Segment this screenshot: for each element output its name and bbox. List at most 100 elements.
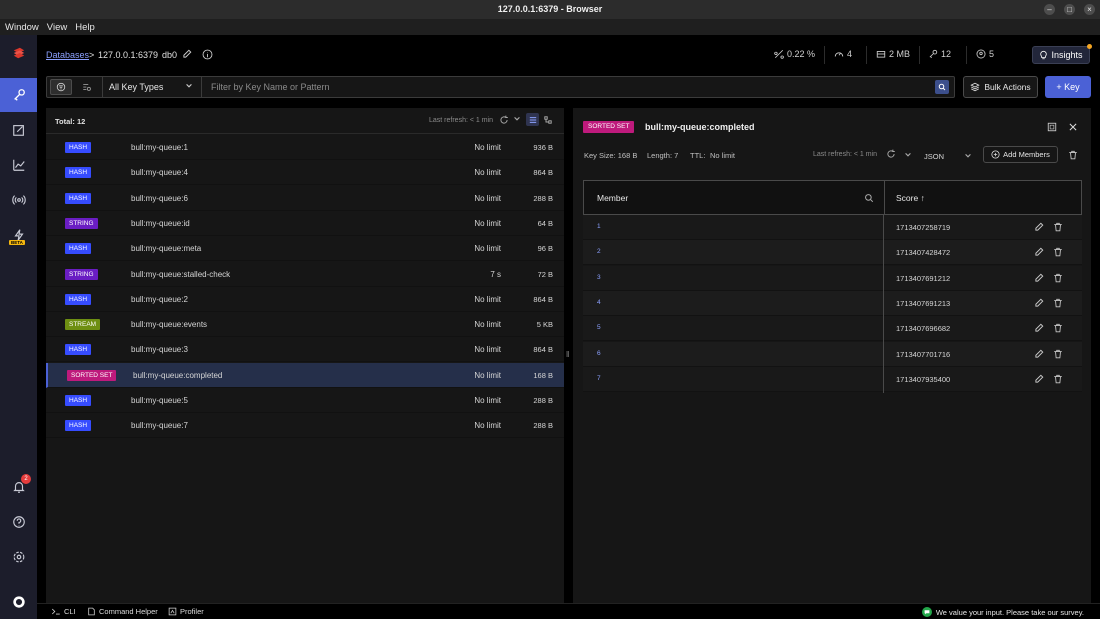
key-name[interactable]: bull:my-queue:completed bbox=[645, 122, 755, 132]
cli-tab[interactable]: CLI bbox=[51, 607, 76, 616]
fullscreen-icon[interactable] bbox=[1047, 122, 1057, 134]
browser-nav-icon[interactable] bbox=[0, 78, 37, 112]
insights-button[interactable]: Insights bbox=[1032, 46, 1090, 64]
add-members-button[interactable]: Add Members bbox=[983, 146, 1058, 163]
key-row[interactable]: HASH bull:my-queue:3 No limit 864 B bbox=[46, 337, 564, 363]
github-icon[interactable] bbox=[0, 585, 37, 619]
key-size: 288 B bbox=[533, 396, 553, 405]
window-title: 127.0.0.1:6379 - Browser bbox=[497, 4, 603, 14]
key-row[interactable]: STREAM bull:my-queue:events No limit 5 KB bbox=[46, 312, 564, 338]
key-row[interactable]: HASH bull:my-queue:1 No limit 936 B bbox=[46, 135, 564, 160]
ops-value: 4 bbox=[847, 49, 853, 59]
score-value[interactable]: 1713407691212 bbox=[896, 274, 950, 283]
list-view-button[interactable] bbox=[526, 113, 539, 126]
edit-icon[interactable] bbox=[1034, 273, 1044, 285]
key-type-badge: SORTED SET bbox=[67, 369, 117, 381]
delete-icon[interactable] bbox=[1053, 298, 1063, 310]
row-actions bbox=[1034, 247, 1063, 259]
delete-icon[interactable] bbox=[1053, 374, 1063, 386]
detail-refresh-icon[interactable] bbox=[886, 149, 896, 161]
key-row[interactable]: STRING bull:my-queue:id No limit 64 B bbox=[46, 211, 564, 236]
delete-icon[interactable] bbox=[1053, 222, 1063, 234]
member-search-icon[interactable] bbox=[864, 193, 874, 205]
auto-refresh-chevron-icon[interactable] bbox=[513, 115, 521, 125]
ttl-value[interactable]: No limit bbox=[710, 151, 735, 160]
key-row[interactable]: HASH bull:my-queue:meta No limit 96 B bbox=[46, 236, 564, 262]
edit-icon[interactable] bbox=[1034, 298, 1044, 310]
maximize-icon[interactable]: □ bbox=[1064, 4, 1075, 15]
key-size: 288 B bbox=[533, 193, 553, 203]
filter-bar: All Key Types bbox=[46, 76, 955, 98]
insights-label: Insights bbox=[1051, 50, 1083, 60]
bulk-actions-button[interactable]: Bulk Actions bbox=[963, 76, 1038, 98]
score-value[interactable]: 1713407935400 bbox=[896, 375, 950, 384]
notifications-icon[interactable]: 2 bbox=[0, 470, 37, 504]
column-divider bbox=[883, 215, 884, 393]
settings-icon[interactable] bbox=[0, 540, 37, 574]
redis-logo-icon[interactable] bbox=[0, 39, 37, 67]
panel-resize-handle[interactable]: ǁ bbox=[566, 350, 569, 359]
key-type-select[interactable]: All Key Types bbox=[102, 77, 202, 97]
filter-mode-button[interactable] bbox=[50, 79, 72, 95]
edit-icon[interactable] bbox=[1034, 349, 1044, 361]
minimize-icon[interactable]: – bbox=[1044, 4, 1055, 15]
menu-view[interactable]: View bbox=[47, 22, 67, 33]
command-helper-tab[interactable]: Command Helper bbox=[87, 607, 158, 616]
score-value[interactable]: 1713407428472 bbox=[896, 248, 950, 257]
search-button[interactable] bbox=[935, 80, 949, 94]
key-row[interactable]: STRING bull:my-queue:stalled-check 7 s 72 B bbox=[46, 262, 564, 287]
edit-db-icon[interactable] bbox=[182, 49, 192, 61]
delete-icon[interactable] bbox=[1053, 247, 1063, 259]
refresh-icon[interactable] bbox=[499, 115, 509, 127]
tree-view-button[interactable] bbox=[541, 113, 554, 126]
memory-icon bbox=[876, 51, 886, 58]
workbench-nav-icon[interactable] bbox=[0, 113, 37, 147]
survey-link[interactable]: We value your input. Please take our sur… bbox=[921, 607, 1084, 617]
edit-icon[interactable] bbox=[1034, 323, 1044, 335]
detail-auto-refresh-chevron-icon[interactable] bbox=[904, 151, 912, 161]
score-value[interactable]: 1713407701716 bbox=[896, 350, 950, 359]
key-type-badge: HASH bbox=[65, 420, 92, 432]
delete-key-icon[interactable] bbox=[1068, 150, 1078, 162]
profiler-tab[interactable]: Profiler bbox=[168, 607, 204, 616]
menu-window[interactable]: Window bbox=[5, 22, 39, 33]
notification-count: 2 bbox=[21, 474, 31, 484]
pubsub-nav-icon[interactable] bbox=[0, 183, 37, 217]
delete-icon[interactable] bbox=[1053, 349, 1063, 361]
score-value[interactable]: 1713407258719 bbox=[896, 223, 950, 232]
key-size: Key Size: 168 B bbox=[584, 151, 638, 160]
member-row: 2 1713407428472 bbox=[583, 240, 1082, 266]
vector-search-button[interactable] bbox=[76, 79, 98, 95]
help-icon[interactable] bbox=[0, 505, 37, 539]
score-value[interactable]: 1713407696682 bbox=[896, 324, 950, 333]
key-row[interactable]: SORTED SET bull:my-queue:completed No limi… bbox=[46, 362, 564, 388]
key-name: bull:my-queue:7 bbox=[131, 421, 188, 431]
close-detail-icon[interactable] bbox=[1068, 122, 1078, 134]
score-value[interactable]: 1713407691213 bbox=[896, 299, 950, 308]
add-key-button[interactable]: + Key bbox=[1045, 76, 1091, 98]
edit-icon[interactable] bbox=[1034, 247, 1044, 259]
analysis-nav-icon[interactable] bbox=[0, 148, 37, 182]
delete-icon[interactable] bbox=[1053, 273, 1063, 285]
triggers-nav-icon[interactable]: BETA bbox=[0, 218, 37, 252]
breadcrumb-databases[interactable]: Databases bbox=[46, 50, 89, 60]
row-actions bbox=[1034, 273, 1063, 285]
format-select[interactable]: JSON bbox=[924, 149, 974, 163]
member-column-header[interactable]: Member bbox=[597, 193, 628, 203]
key-list-header: Total: 12 Last refresh: < 1 min bbox=[46, 108, 564, 134]
info-icon[interactable] bbox=[202, 49, 213, 62]
delete-icon[interactable] bbox=[1053, 323, 1063, 335]
beta-badge: BETA bbox=[9, 240, 25, 245]
key-row[interactable]: HASH bull:my-queue:5 No limit 288 B bbox=[46, 388, 564, 413]
key-filter-input[interactable] bbox=[205, 77, 925, 97]
search-icon bbox=[938, 83, 946, 91]
edit-icon[interactable] bbox=[1034, 374, 1044, 386]
key-row[interactable]: HASH bull:my-queue:7 No limit 288 B bbox=[46, 413, 564, 439]
key-row[interactable]: HASH bull:my-queue:2 No limit 864 B bbox=[46, 287, 564, 312]
key-row[interactable]: HASH bull:my-queue:6 No limit 288 B bbox=[46, 186, 564, 211]
edit-icon[interactable] bbox=[1034, 222, 1044, 234]
key-row[interactable]: HASH bull:my-queue:4 No limit 864 B bbox=[46, 160, 564, 186]
close-icon[interactable]: × bbox=[1084, 4, 1095, 15]
score-column-header[interactable]: Score ↑ bbox=[896, 193, 925, 203]
menu-help[interactable]: Help bbox=[75, 22, 95, 33]
